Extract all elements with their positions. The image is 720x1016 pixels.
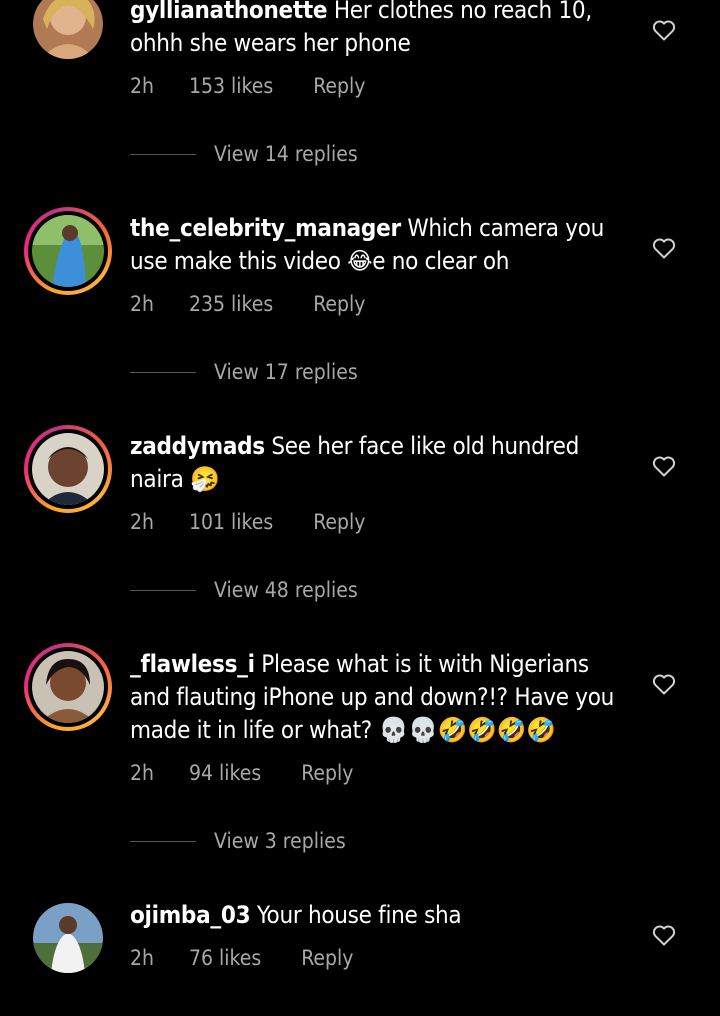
view-replies-button[interactable]: View 3 replies <box>130 829 346 853</box>
avatar[interactable] <box>24 0 112 68</box>
comment-text: _flawless_i Please what is it with Niger… <box>130 648 625 747</box>
divider-line <box>130 840 196 842</box>
timestamp: 2h <box>130 510 154 534</box>
username[interactable]: zaddymads <box>130 432 265 460</box>
likes-count[interactable]: 235 likes <box>189 292 273 316</box>
view-replies-button[interactable]: View 48 replies <box>130 578 358 602</box>
comment-text: the_celebrity_manager Which camera you u… <box>130 212 625 278</box>
avatar-image <box>33 903 103 973</box>
comment-meta: 2h 76 likes Reply <box>130 946 353 970</box>
avatar-image <box>32 651 104 723</box>
likes-count[interactable]: 94 likes <box>189 761 261 785</box>
username[interactable]: the_celebrity_manager <box>130 214 401 242</box>
view-replies-label: View 17 replies <box>214 360 358 384</box>
timestamp: 2h <box>130 946 154 970</box>
comment-meta: 2h 101 likes Reply <box>130 510 365 534</box>
username[interactable]: ojimba_03 <box>130 901 251 929</box>
emoji: 💀💀🤣🤣🤣🤣 <box>378 716 557 744</box>
reply-button[interactable]: Reply <box>301 761 353 785</box>
avatar[interactable] <box>24 643 112 731</box>
avatar[interactable] <box>24 425 112 513</box>
timestamp: 2h <box>130 292 154 316</box>
avatar-image <box>32 433 104 505</box>
comment-meta: 2h 94 likes Reply <box>130 761 353 785</box>
comment-text: ojimba_03 Your house fine sha <box>130 899 625 932</box>
username[interactable]: gyllianathonette <box>130 0 328 24</box>
view-replies-label: View 48 replies <box>214 578 358 602</box>
timestamp: 2h <box>130 761 154 785</box>
likes-count[interactable]: 76 likes <box>189 946 261 970</box>
view-replies-button[interactable]: View 14 replies <box>130 142 358 166</box>
comment-body-tail: e no clear oh <box>372 247 510 275</box>
reply-button[interactable]: Reply <box>313 292 365 316</box>
comment-text: zaddymads See her face like old hundred … <box>130 430 625 496</box>
reply-button[interactable]: Reply <box>313 74 365 98</box>
emoji: 🤧 <box>190 465 220 493</box>
comment-text: gyllianathonette Her clothes no reach 10… <box>130 0 625 60</box>
view-replies-label: View 14 replies <box>214 142 358 166</box>
view-replies-button[interactable]: View 17 replies <box>130 360 358 384</box>
comment-meta: 2h 235 likes Reply <box>130 292 365 316</box>
divider-line <box>130 153 196 155</box>
heart-icon[interactable] <box>652 673 676 695</box>
likes-count[interactable]: 101 likes <box>189 510 273 534</box>
divider-line <box>130 589 196 591</box>
heart-icon[interactable] <box>652 237 676 259</box>
heart-icon[interactable] <box>652 455 676 477</box>
reply-button[interactable]: Reply <box>301 946 353 970</box>
likes-count[interactable]: 153 likes <box>189 74 273 98</box>
heart-icon[interactable] <box>652 19 676 41</box>
avatar[interactable] <box>24 207 112 295</box>
heart-icon[interactable] <box>652 924 676 946</box>
reply-button[interactable]: Reply <box>313 510 365 534</box>
comment-body: Your house fine sha <box>256 901 462 929</box>
avatar-image <box>32 215 104 287</box>
view-replies-label: View 3 replies <box>214 829 346 853</box>
divider-line <box>130 371 196 373</box>
emoji: 😂 <box>347 247 373 275</box>
avatar-image <box>33 0 103 59</box>
avatar[interactable] <box>24 894 112 982</box>
comment-meta: 2h 153 likes Reply <box>130 74 365 98</box>
timestamp: 2h <box>130 74 154 98</box>
username[interactable]: _flawless_i <box>130 650 255 678</box>
